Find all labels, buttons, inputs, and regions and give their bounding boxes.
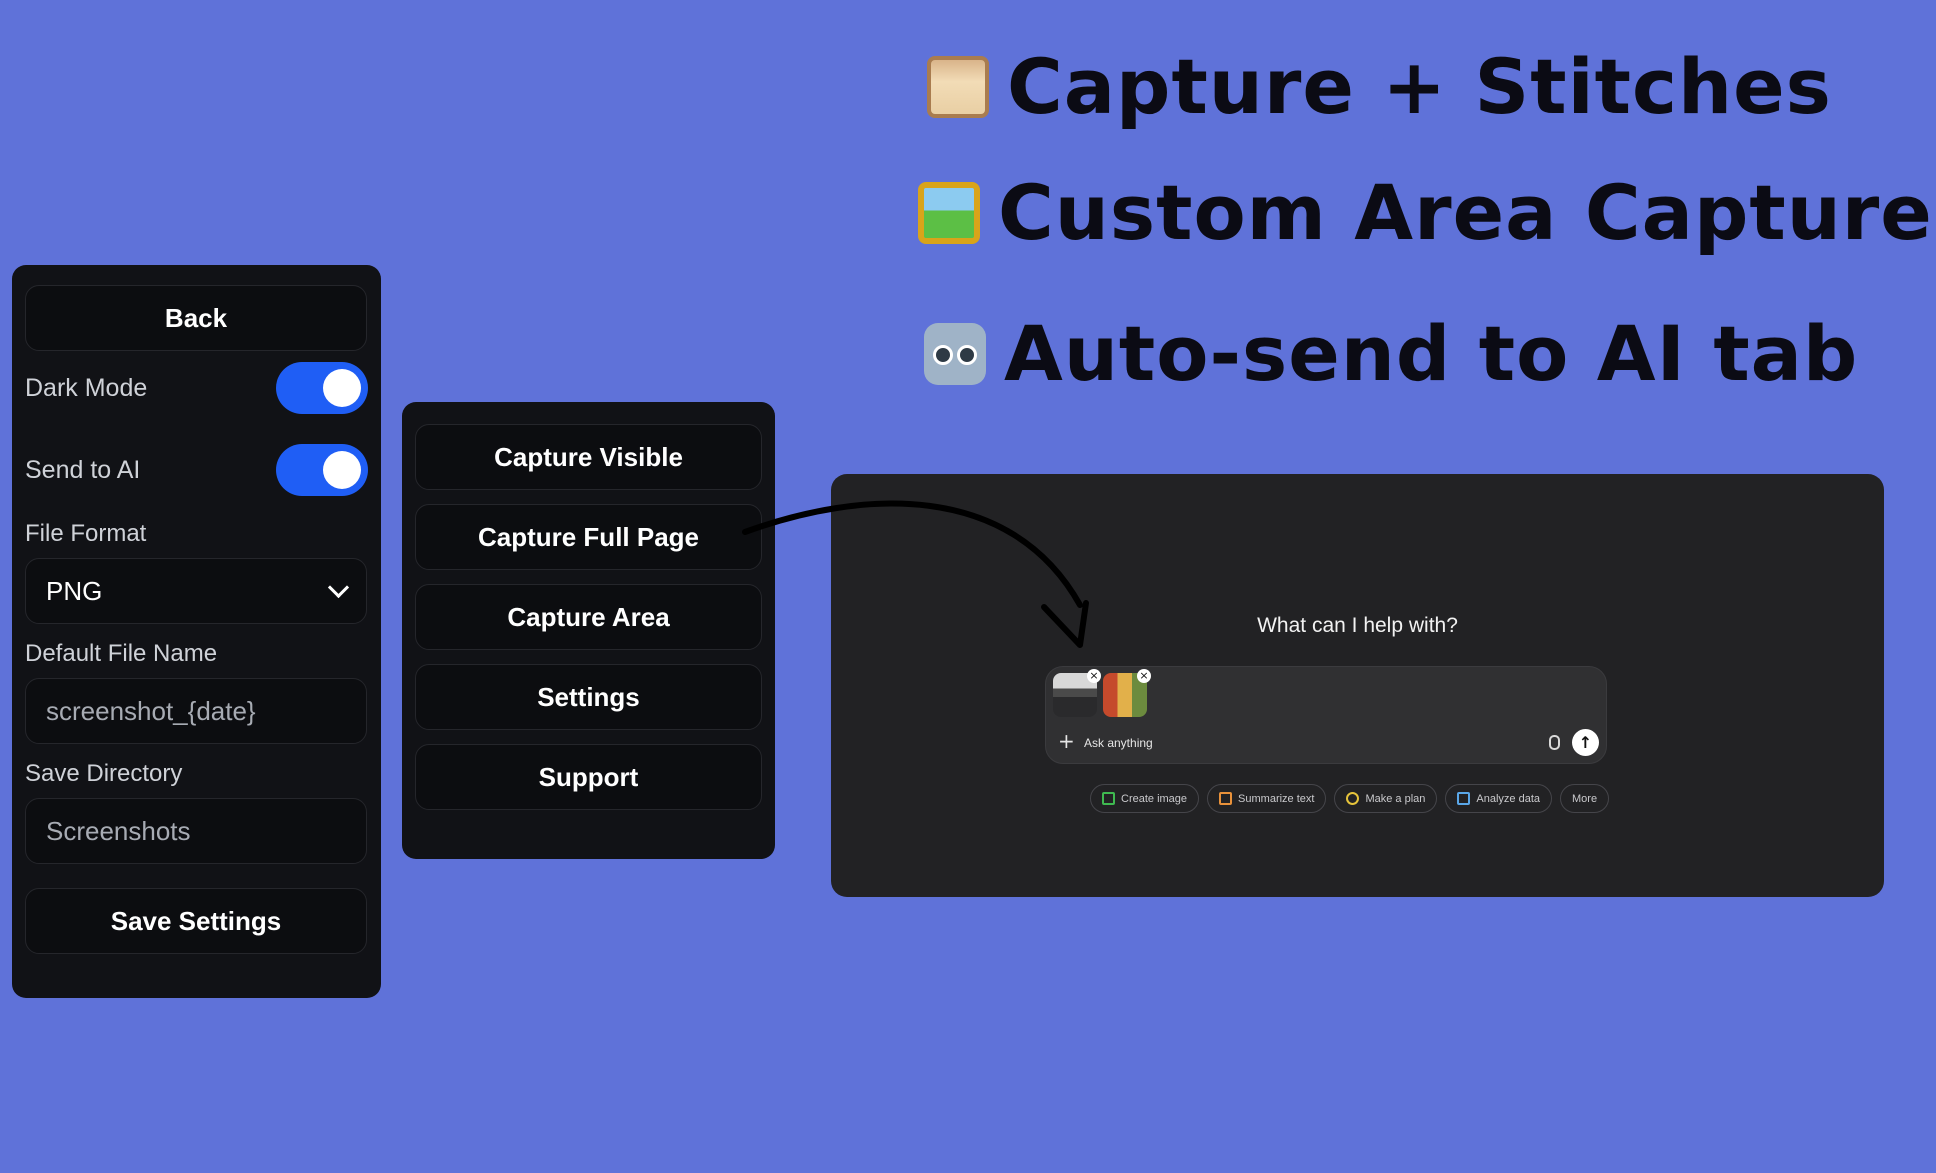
dark-mode-toggle[interactable] <box>276 362 368 414</box>
save-settings-button[interactable]: Save Settings <box>25 888 367 954</box>
toggle-knob <box>323 369 361 407</box>
chip-label: More <box>1572 792 1598 805</box>
file-format-value: PNG <box>46 575 103 606</box>
chip-label: Make a plan <box>1365 792 1426 805</box>
save-directory-value: Screenshots <box>46 815 191 846</box>
save-directory-label: Save Directory <box>25 760 183 787</box>
capture-area-button[interactable]: Capture Area <box>415 584 762 650</box>
save-directory-input[interactable]: Screenshots <box>25 798 367 864</box>
document-icon <box>1219 792 1233 805</box>
lightbulb-icon <box>1346 792 1360 805</box>
send-to-ai-label: Send to AI <box>25 455 141 484</box>
settings-button[interactable]: Settings <box>415 664 762 730</box>
chip-summarize-text[interactable]: Summarize text <box>1207 784 1327 813</box>
attachment-thumbnail[interactable]: × <box>1103 669 1151 717</box>
image-icon <box>1102 792 1115 805</box>
headline-3: Auto-send to AI tab <box>924 309 1858 398</box>
chat-title: What can I help with? <box>1257 614 1458 637</box>
headline-3-text: Auto-send to AI tab <box>1004 309 1859 398</box>
plus-icon[interactable]: + <box>1058 729 1075 753</box>
headline-2-text: Custom Area Capture <box>998 168 1933 257</box>
send-to-ai-toggle[interactable] <box>276 444 368 496</box>
settings-panel: Back Dark Mode Send to AI File Format PN… <box>12 265 381 998</box>
chip-label: Analyze data <box>1476 792 1541 805</box>
scroll-icon <box>927 55 989 118</box>
microphone-icon[interactable] <box>1549 735 1560 750</box>
toggle-knob <box>323 451 361 489</box>
send-to-ai-row: Send to AI <box>25 444 368 496</box>
chip-label: Summarize text <box>1238 792 1315 805</box>
chart-icon <box>1457 792 1471 805</box>
headline-1: Capture + Stitches <box>927 42 1832 131</box>
capture-menu-panel: Capture Visible Capture Full Page Captur… <box>402 402 775 859</box>
attachment-thumbnail[interactable]: × <box>1053 669 1101 717</box>
dark-mode-row: Dark Mode <box>25 362 368 414</box>
file-format-select[interactable]: PNG <box>25 558 367 624</box>
capture-full-page-button[interactable]: Capture Full Page <box>415 504 762 570</box>
chip-more[interactable]: More <box>1560 784 1610 813</box>
support-button[interactable]: Support <box>415 744 762 810</box>
capture-visible-button[interactable]: Capture Visible <box>415 424 762 490</box>
remove-attachment-icon[interactable]: × <box>1137 669 1151 683</box>
chip-label: Create image <box>1121 792 1188 805</box>
remove-attachment-icon[interactable]: × <box>1087 669 1101 683</box>
back-button[interactable]: Back <box>25 285 367 351</box>
default-file-name-label: Default File Name <box>25 640 218 667</box>
chevron-down-icon <box>327 576 350 598</box>
suggestion-chips: Create image Summarize text Make a plan … <box>1090 784 1610 813</box>
default-file-name-input[interactable]: screenshot_{date} <box>25 678 367 744</box>
dark-mode-label: Dark Mode <box>25 373 148 402</box>
chat-input[interactable]: Ask anything <box>1084 736 1153 750</box>
framed-picture-icon <box>918 181 980 244</box>
headline-1-text: Capture + Stitches <box>1007 42 1832 131</box>
default-file-name-value: screenshot_{date} <box>46 695 256 726</box>
chat-composer[interactable]: × × + Ask anything ↑ <box>1045 666 1607 764</box>
robot-icon <box>924 322 986 385</box>
ai-chat-preview: What can I help with? × × + Ask anything… <box>831 474 1884 897</box>
send-icon[interactable]: ↑ <box>1572 729 1599 756</box>
headline-2: Custom Area Capture <box>918 168 1933 257</box>
chip-make-a-plan[interactable]: Make a plan <box>1334 784 1438 813</box>
file-format-label: File Format <box>25 520 147 547</box>
chip-create-image[interactable]: Create image <box>1090 784 1200 813</box>
chip-analyze-data[interactable]: Analyze data <box>1445 784 1553 813</box>
